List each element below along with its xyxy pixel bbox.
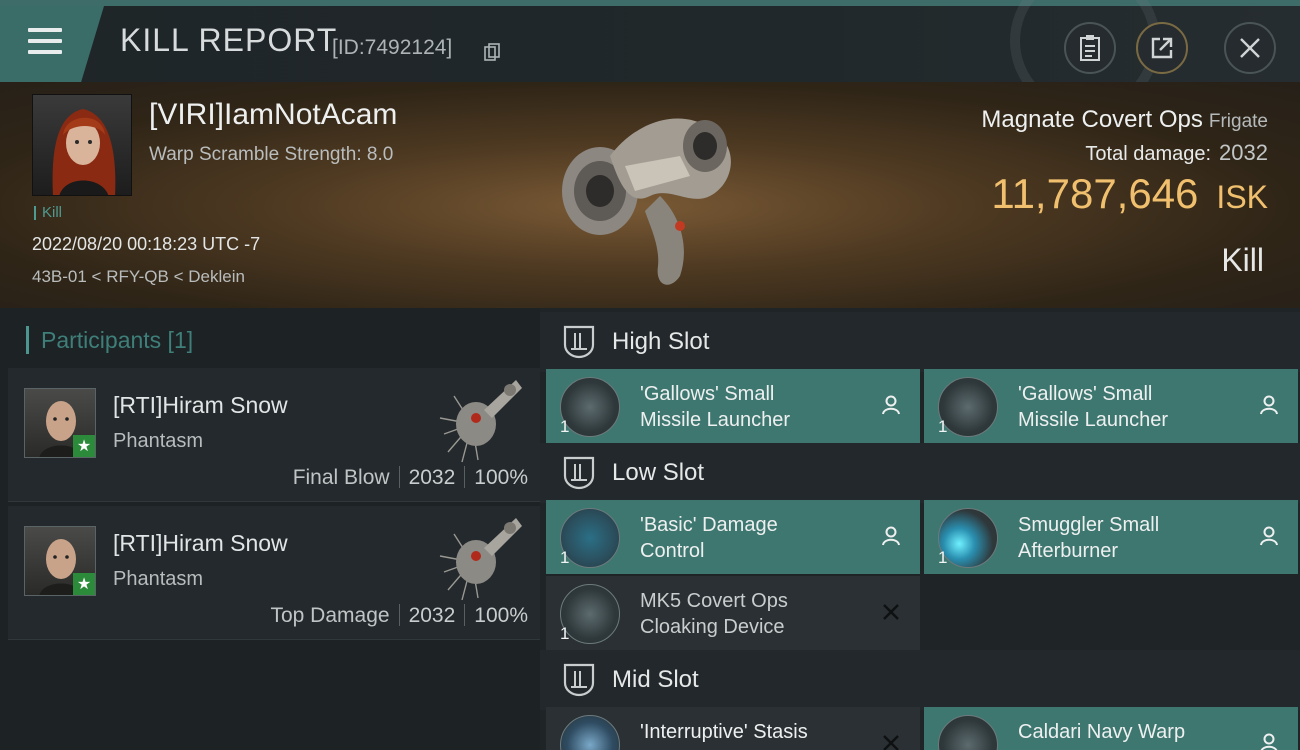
isk-unit: ISK bbox=[1216, 179, 1268, 215]
high-slot-header: High Slot bbox=[540, 312, 1300, 372]
high-slot-title: High Slot bbox=[612, 328, 710, 355]
x-icon bbox=[880, 600, 902, 624]
stasis-webifier-icon bbox=[560, 715, 620, 750]
module-name: 'Interruptive' Stasis bbox=[640, 721, 808, 743]
total-damage: Total damage: 2032 bbox=[1085, 140, 1268, 166]
module-name: Smuggler Small Afterburner bbox=[1018, 514, 1160, 562]
participant-row[interactable]: ★ [RTI]Hiram Snow Phantasm Top Damage 203… bbox=[8, 506, 540, 640]
low-slot-title: Low Slot bbox=[612, 459, 705, 486]
low-slot-header: Low Slot bbox=[540, 443, 1300, 503]
module-name: Caldari Navy Warp bbox=[1018, 721, 1186, 743]
copy-icon[interactable] bbox=[484, 43, 500, 61]
module-name: 'Gallows' Small Missile Launcher bbox=[640, 383, 791, 431]
module-quantity: 1 bbox=[560, 624, 570, 643]
person-icon bbox=[1258, 393, 1280, 417]
slot-shield-icon bbox=[563, 663, 595, 697]
kill-result: Kill bbox=[1221, 242, 1264, 278]
clipboard-button[interactable] bbox=[1064, 22, 1116, 74]
participants-title: Participants [1] bbox=[26, 326, 193, 354]
participant-percent: 100% bbox=[474, 604, 528, 627]
module-name: 'Gallows' Small Missile Launcher bbox=[1018, 383, 1169, 431]
star-icon: ★ bbox=[73, 435, 95, 457]
close-icon bbox=[1240, 38, 1260, 58]
close-button[interactable] bbox=[1224, 22, 1276, 74]
participant-percent: 100% bbox=[474, 466, 528, 489]
share-button[interactable] bbox=[1136, 22, 1188, 74]
mid-slot-header: Mid Slot bbox=[540, 650, 1300, 710]
fitting-panel: High Slot 1 'Gallows' Small Missile Laun… bbox=[540, 308, 1300, 750]
kill-location[interactable]: 43B-01 < RFY-QB < Deklein bbox=[32, 267, 245, 287]
participants-panel: Participants [1] ★ [RTI]Hiram Snow Phant… bbox=[0, 308, 540, 750]
module-item[interactable]: 1 'Basic' Damage Control bbox=[546, 500, 920, 574]
participant-ship: Phantasm bbox=[113, 430, 204, 452]
menu-button[interactable] bbox=[0, 6, 104, 82]
person-icon bbox=[880, 524, 902, 548]
page-title: KILL REPORT bbox=[120, 22, 338, 58]
victim-banner: [VIRI]IamNotAcam Warp Scramble Strength:… bbox=[0, 82, 1300, 308]
module-item[interactable]: 1 Smuggler Small Afterburner bbox=[924, 500, 1298, 574]
clipboard-icon bbox=[1080, 35, 1100, 61]
mid-slot-title: Mid Slot bbox=[612, 666, 699, 693]
kill-tag: Kill bbox=[34, 205, 62, 220]
star-icon: ★ bbox=[73, 573, 95, 595]
participant-stats: Final Blow 2032 100% bbox=[293, 466, 528, 490]
module-item[interactable]: 1 'Gallows' Small Missile Launcher bbox=[546, 369, 920, 443]
module-quantity: 1 bbox=[938, 417, 948, 436]
participant-ship: Phantasm bbox=[113, 568, 204, 590]
kill-report-header: KILL REPORT [ID:7492124] bbox=[0, 0, 1300, 116]
module-quantity: 1 bbox=[560, 417, 570, 436]
participant-portrait[interactable]: ★ bbox=[24, 526, 96, 596]
participant-stats: Top Damage 2032 100% bbox=[270, 604, 528, 628]
warp-scramble-strength: Warp Scramble Strength: 8.0 bbox=[149, 144, 394, 165]
participant-portrait[interactable]: ★ bbox=[24, 388, 96, 458]
participant-row[interactable]: ★ [RTI]Hiram Snow Phantasm Final Blow 203… bbox=[8, 368, 540, 502]
module-name: 'Basic' Damage Control bbox=[640, 514, 778, 562]
module-item[interactable]: 'Interruptive' Stasis bbox=[546, 707, 920, 750]
ship-type: Magnate Covert Ops bbox=[981, 106, 1203, 133]
share-icon bbox=[1151, 37, 1173, 59]
module-quantity: 1 bbox=[938, 548, 948, 567]
module-item[interactable]: Caldari Navy Warp bbox=[924, 707, 1298, 750]
total-damage-value: 2032 bbox=[1219, 140, 1268, 165]
total-damage-label: Total damage: bbox=[1085, 143, 1212, 165]
person-icon bbox=[1258, 731, 1280, 750]
participant-name[interactable]: [RTI]Hiram Snow bbox=[113, 530, 288, 557]
module-item[interactable]: 1 MK5 Covert Ops Cloaking Device bbox=[546, 576, 920, 650]
report-id: [ID:7492124] bbox=[332, 36, 453, 59]
module-name: MK5 Covert Ops Cloaking Device bbox=[640, 590, 788, 638]
warp-disruptor-icon bbox=[938, 715, 998, 750]
kill-datetime: 2022/08/20 00:18:23 UTC -7 bbox=[32, 234, 261, 254]
participant-name[interactable]: [RTI]Hiram Snow bbox=[113, 392, 288, 419]
victim-ship-image[interactable] bbox=[540, 96, 760, 296]
victim-name[interactable]: [VIRI]IamNotAcam bbox=[149, 98, 397, 132]
isk-value: 11,787,646 ISK bbox=[991, 170, 1268, 218]
ship-class: Frigate bbox=[1208, 111, 1268, 132]
participant-damage: 2032 bbox=[408, 466, 456, 489]
participant-ship-image[interactable] bbox=[432, 512, 524, 604]
participant-label: Top Damage bbox=[270, 604, 390, 627]
slot-shield-icon bbox=[563, 325, 595, 359]
person-icon bbox=[880, 393, 902, 417]
module-quantity: 1 bbox=[560, 548, 570, 567]
participant-ship-image[interactable] bbox=[432, 374, 524, 466]
module-item[interactable]: 1 'Gallows' Small Missile Launcher bbox=[924, 369, 1298, 443]
participant-label: Final Blow bbox=[292, 466, 390, 489]
isk-amount: 11,787,646 bbox=[991, 170, 1199, 217]
victim-portrait[interactable] bbox=[32, 94, 132, 196]
person-icon bbox=[1258, 524, 1280, 548]
slot-shield-icon bbox=[563, 456, 595, 490]
victim-ship-name[interactable]: Magnate Covert Ops Frigate bbox=[981, 106, 1268, 134]
x-icon bbox=[880, 731, 902, 750]
participant-damage: 2032 bbox=[408, 604, 456, 627]
